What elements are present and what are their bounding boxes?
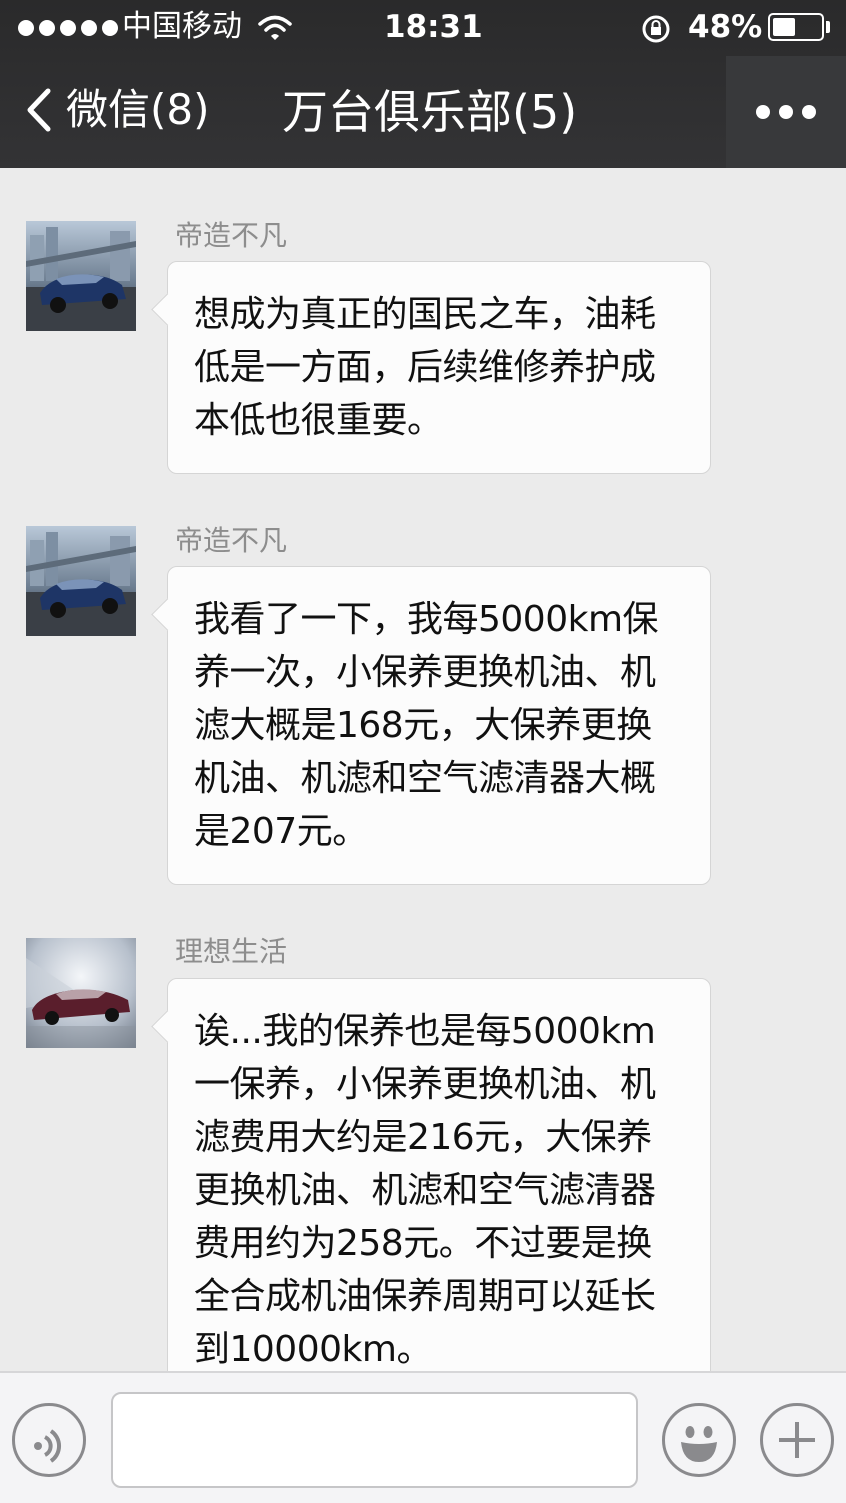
voice-icon bbox=[34, 1429, 61, 1463]
plus-icon bbox=[779, 1422, 815, 1458]
avatar[interactable] bbox=[26, 938, 136, 1048]
avatar[interactable] bbox=[26, 526, 136, 636]
car-photo-avatar bbox=[26, 221, 136, 331]
car-photo-avatar bbox=[26, 526, 136, 636]
input-bar bbox=[0, 1371, 846, 1503]
battery-icon bbox=[768, 13, 824, 41]
status-bar: 中国移动 18:31 48% bbox=[0, 0, 846, 56]
message-bubble[interactable]: 我看了一下，我每5000km保养一次，小保养更换机油、机滤大概是168元，大保养… bbox=[167, 566, 711, 885]
emoji-icon bbox=[681, 1426, 717, 1462]
chevron-left-icon bbox=[27, 88, 51, 132]
sender-name: 帝造不凡 bbox=[175, 524, 288, 557]
carrier-name: 中国移动 bbox=[122, 9, 242, 44]
more-button[interactable] bbox=[726, 56, 846, 168]
back-label: 微信(8) bbox=[66, 85, 210, 134]
message-bubble[interactable]: 想成为真正的国民之车，油耗低是一方面，后续维修养护成本低也很重要。 bbox=[167, 261, 711, 474]
more-functions-button[interactable] bbox=[760, 1403, 834, 1477]
more-dots-icon bbox=[756, 105, 770, 119]
voice-button[interactable] bbox=[12, 1403, 86, 1477]
signal-strength-icon bbox=[18, 20, 118, 36]
avatar[interactable] bbox=[26, 221, 136, 331]
message-input[interactable] bbox=[111, 1392, 638, 1488]
header: 中国移动 18:31 48% 微信(8) 万台俱乐部(5) bbox=[0, 0, 846, 168]
chat-title: 万台俱乐部(5) bbox=[282, 85, 578, 139]
battery-tip bbox=[826, 21, 830, 33]
battery-percent: 48% bbox=[688, 9, 763, 45]
rotation-lock-icon bbox=[642, 15, 670, 43]
chat-area[interactable]: 帝造不凡 想成为真正的国民之车，油耗低是一方面，后续维修养护成本低也很重要。 帝… bbox=[0, 168, 846, 1371]
emoji-button[interactable] bbox=[662, 1403, 736, 1477]
navigation-bar: 微信(8) 万台俱乐部(5) bbox=[0, 56, 846, 168]
battery-level-fill bbox=[773, 18, 795, 36]
sender-name: 理想生活 bbox=[175, 935, 288, 968]
sender-name: 帝造不凡 bbox=[175, 219, 288, 252]
back-button[interactable]: 微信(8) bbox=[22, 80, 210, 140]
car-photo-avatar bbox=[26, 938, 136, 1048]
message-bubble[interactable]: 诶...我的保养也是每5000km一保养，小保养更换机油、机滤费用大约是216元… bbox=[167, 978, 711, 1371]
wifi-icon bbox=[258, 15, 292, 40]
status-time: 18:31 bbox=[384, 9, 483, 45]
